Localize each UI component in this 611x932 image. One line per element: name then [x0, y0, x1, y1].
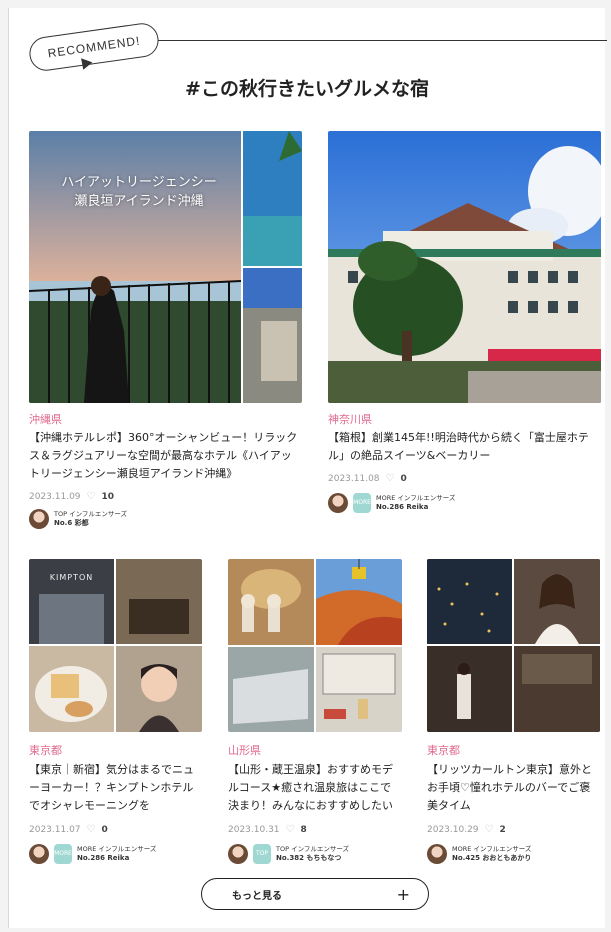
- avatar: [427, 844, 447, 864]
- article-title-3[interactable]: 【東京｜新宿】気分はまるでニューヨーカー！？キンプトンホテルでオシャレモーニング…: [29, 761, 202, 815]
- recommend-badge: RECOMMEND!: [27, 21, 161, 73]
- article-image-1-graphic: [29, 131, 302, 403]
- article-card-3[interactable]: KIMPTON 東京都 【東京｜新宿】気分はまるでニューヨーカー！？キンプトンホ…: [29, 559, 202, 869]
- avatar: [228, 844, 248, 864]
- author-group: MORE インフルエンサーズ: [452, 845, 532, 853]
- avatar: [29, 509, 49, 529]
- heart-icon: ♡: [484, 824, 494, 835]
- author-4[interactable]: TOP TOP インフルエンサーズ No.382 もちもなつ: [228, 844, 349, 864]
- author-group: TOP インフルエンサーズ: [276, 845, 350, 853]
- influencer-logo-icon: MORE: [54, 844, 72, 864]
- author-name: No.6 彩都: [54, 519, 89, 527]
- recommend-label: RECOMMEND!: [46, 33, 142, 61]
- author-info: TOP インフルエンサーズ No.382 もちもなつ: [276, 845, 349, 863]
- article-image-3[interactable]: KIMPTON: [29, 559, 202, 732]
- article-title-5[interactable]: 【リッツカールトン東京】意外とお手頃♡憧れホテルのバーでご褒美タイム: [427, 761, 600, 815]
- author-info: TOP インフルエンサーズ No.6 彩都: [54, 510, 127, 528]
- article-meta-2: 2023.11.08 ♡ 0: [328, 473, 407, 484]
- section-title: #この秋行きたいグルメな宿: [185, 78, 429, 100]
- article-card-1[interactable]: ハイアットリージェンシー 瀬良垣アイランド沖縄 沖縄県 【沖縄ホテルレポ】360…: [29, 131, 302, 529]
- article-image-3-graphic: [29, 559, 202, 732]
- avatar: [29, 844, 49, 864]
- article-date-2: 2023.11.08: [328, 473, 380, 484]
- article-meta-1: 2023.11.09 ♡ 10: [29, 491, 114, 502]
- article-date-1: 2023.11.09: [29, 491, 81, 502]
- article-date-5: 2023.10.29: [427, 824, 479, 835]
- article-image-5-graphic: [427, 559, 600, 732]
- heart-icon: ♡: [86, 491, 96, 502]
- more-button[interactable]: もっと見る +: [201, 878, 429, 910]
- author-info: MORE インフルエンサーズ No.286 Reika: [376, 494, 455, 512]
- avatar: [328, 493, 348, 513]
- heart-icon: ♡: [86, 824, 96, 835]
- article-image-1[interactable]: ハイアットリージェンシー 瀬良垣アイランド沖縄: [29, 131, 302, 403]
- author-name: No.286 Reika: [77, 854, 130, 862]
- image-caption-1: ハイアットリージェンシー 瀬良垣アイランド沖縄: [61, 175, 217, 209]
- article-date-3: 2023.11.07: [29, 824, 81, 835]
- heart-icon: ♡: [385, 473, 395, 484]
- like-count-3: 0: [101, 824, 108, 835]
- prefecture-label-1[interactable]: 沖縄県: [29, 411, 62, 427]
- author-5[interactable]: MORE インフルエンサーズ No.425 おおともあかり: [427, 844, 531, 864]
- article-card-2[interactable]: 神奈川県 【箱根】創業145年!!明治時代から続く「富士屋ホテル」の絶品スイーツ…: [328, 131, 601, 521]
- author-info: MORE インフルエンサーズ No.425 おおともあかり: [452, 845, 531, 863]
- article-meta-4: 2023.10.31 ♡ 8: [228, 824, 307, 835]
- prefecture-label-4[interactable]: 山形県: [228, 742, 261, 758]
- author-group: TOP インフルエンサーズ: [54, 510, 128, 518]
- like-count-2: 0: [400, 473, 407, 484]
- author-group: MORE インフルエンサーズ: [376, 494, 456, 502]
- author-1[interactable]: TOP インフルエンサーズ No.6 彩都: [29, 509, 127, 529]
- like-count-5: 2: [499, 824, 506, 835]
- article-card-4[interactable]: 山形県 【山形・蔵王温泉】おすすめモデルコース★癒され温泉旅はここで決まり！みん…: [228, 559, 402, 869]
- article-meta-5: 2023.10.29 ♡ 2: [427, 824, 506, 835]
- plus-icon: +: [396, 884, 410, 904]
- article-image-2-graphic: [328, 131, 601, 403]
- influencer-logo-icon: MORE: [353, 493, 371, 513]
- like-count-4: 8: [300, 824, 307, 835]
- more-button-label: もっと見る: [232, 890, 282, 902]
- image-caption-3: KIMPTON: [49, 573, 94, 582]
- article-meta-3: 2023.11.07 ♡ 0: [29, 824, 108, 835]
- prefecture-label-3[interactable]: 東京都: [29, 742, 62, 758]
- header-rule: [129, 40, 607, 41]
- author-3[interactable]: MORE MORE インフルエンサーズ No.286 Reika: [29, 844, 156, 864]
- author-2[interactable]: MORE MORE インフルエンサーズ No.286 Reika: [328, 493, 455, 513]
- prefecture-label-5[interactable]: 東京都: [427, 742, 460, 758]
- influencer-logo-icon: TOP: [253, 844, 271, 864]
- like-count-1: 10: [101, 491, 115, 502]
- article-image-2[interactable]: [328, 131, 601, 403]
- article-image-5[interactable]: [427, 559, 600, 732]
- heart-icon: ♡: [285, 824, 295, 835]
- article-card-5[interactable]: 東京都 【リッツカールトン東京】意外とお手頃♡憧れホテルのバーでご褒美タイム 2…: [427, 559, 600, 869]
- prefecture-label-2[interactable]: 神奈川県: [328, 411, 372, 427]
- article-image-4[interactable]: [228, 559, 402, 732]
- author-name: No.425 おおともあかり: [452, 854, 532, 862]
- author-name: No.382 もちもなつ: [276, 854, 342, 862]
- article-image-4-graphic: [228, 559, 402, 732]
- article-title-4[interactable]: 【山形・蔵王温泉】おすすめモデルコース★癒され温泉旅はここで決まり！みんなにおす…: [228, 761, 402, 815]
- article-date-4: 2023.10.31: [228, 824, 280, 835]
- author-info: MORE インフルエンサーズ No.286 Reika: [77, 845, 156, 863]
- article-title-1[interactable]: 【沖縄ホテルレポ】360°オーシャンビュー！リラックス＆ラグジュアリーな空間が最…: [29, 429, 302, 483]
- author-name: No.286 Reika: [376, 503, 429, 511]
- author-group: MORE インフルエンサーズ: [77, 845, 157, 853]
- article-title-2[interactable]: 【箱根】創業145年!!明治時代から続く「富士屋ホテル」の絶品スイーツ&ベーカリ…: [328, 429, 601, 465]
- page: RECOMMEND! #この秋行きたいグルメな宿 ハイアットリージェンシー 瀬良…: [8, 8, 607, 928]
